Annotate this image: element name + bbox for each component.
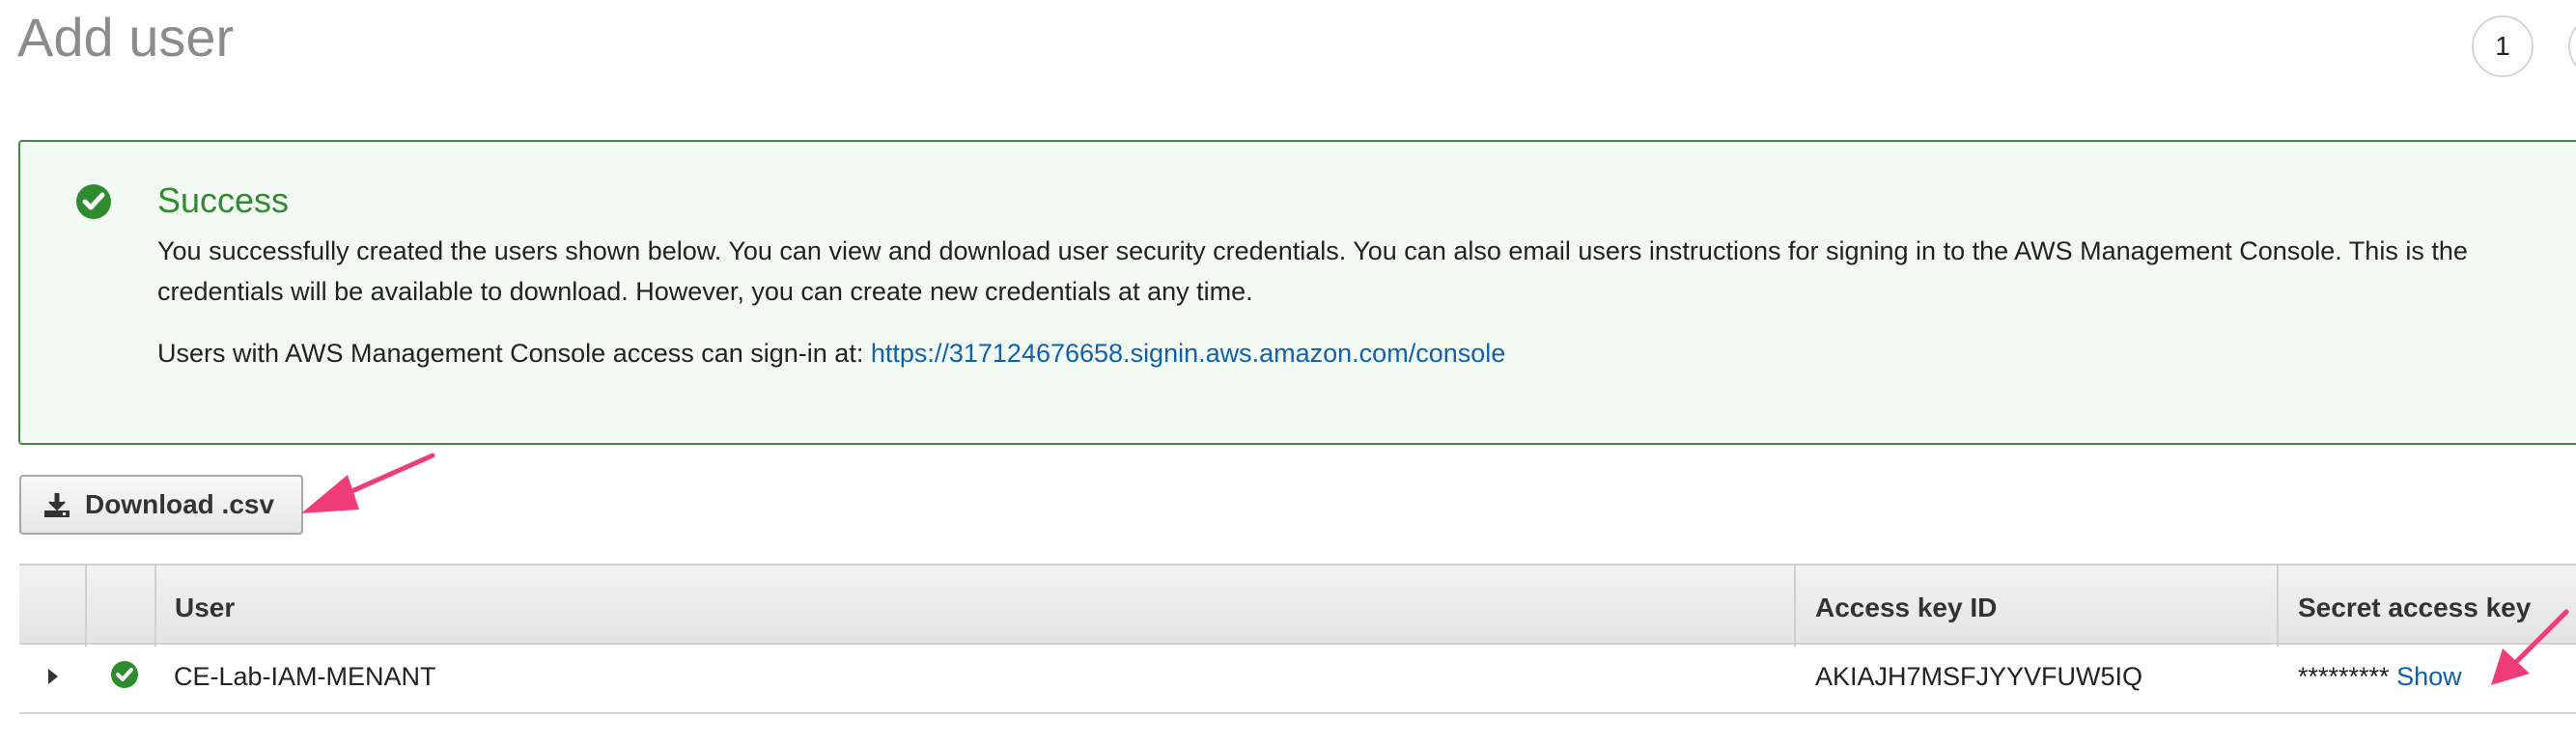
alert-message-line-1: You successfully created the users shown… xyxy=(157,236,2468,265)
table-row: CE-Lab-IAM-MENANT AKIAJH7MSFJYYVFUW5IQ *… xyxy=(19,645,2576,714)
signin-info: Users with AWS Management Console access… xyxy=(157,339,1505,369)
check-circle-icon xyxy=(76,184,111,219)
check-circle-icon xyxy=(111,661,138,688)
step-indicator-2[interactable] xyxy=(2568,15,2576,77)
secret-masked-value: ********* xyxy=(2298,662,2390,691)
user-name: CE-Lab-IAM-MENANT xyxy=(174,662,436,691)
download-icon xyxy=(44,493,70,517)
signin-url-link[interactable]: https://317124676658.signin.aws.amazon.c… xyxy=(871,339,1505,368)
alert-title: Success xyxy=(157,180,290,220)
column-header-access-key-id[interactable]: Access key ID xyxy=(1815,593,1997,623)
table-header: User Access key ID Secret access key xyxy=(19,564,2576,647)
column-header-secret-access-key[interactable]: Secret access key xyxy=(2298,593,2531,623)
download-csv-label: Download .csv xyxy=(85,489,275,519)
alert-message-line-2: credentials will be available to downloa… xyxy=(157,277,1253,306)
secret-access-key: ********* Show xyxy=(2298,662,2462,692)
signin-prefix: Users with AWS Management Console access… xyxy=(157,339,871,368)
credentials-table: User Access key ID Secret access key CE-… xyxy=(19,564,2576,714)
column-divider xyxy=(2277,566,2279,647)
page-title: Add user xyxy=(17,7,235,68)
step-indicator-1[interactable]: 1 xyxy=(2472,15,2534,77)
success-alert: Success You successfully created the use… xyxy=(18,140,2576,445)
expand-row-icon[interactable] xyxy=(48,669,58,684)
column-divider xyxy=(154,566,156,647)
show-secret-link[interactable]: Show xyxy=(2396,662,2462,691)
access-key-id: AKIAJH7MSFJYYVFUW5IQ xyxy=(1815,662,2143,691)
column-divider xyxy=(1794,566,1796,647)
column-header-user[interactable]: User xyxy=(175,593,235,623)
alert-message: You successfully created the users shown… xyxy=(157,231,2468,312)
download-csv-button[interactable]: Download .csv xyxy=(19,475,303,535)
column-divider xyxy=(85,566,87,647)
annotation-arrow xyxy=(301,453,435,513)
